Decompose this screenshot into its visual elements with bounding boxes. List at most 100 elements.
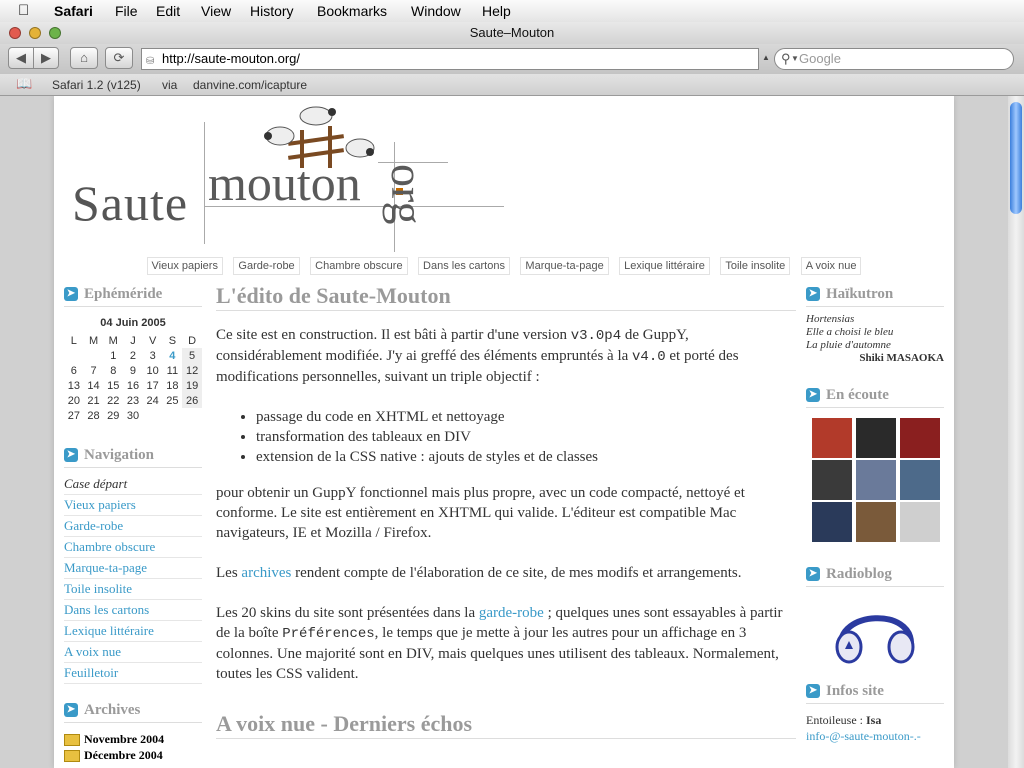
calendar-day: 26 <box>182 393 202 408</box>
topnav-vieux-papiers[interactable]: Vieux papiers <box>146 257 223 275</box>
nav-link-lexique-litteraire[interactable]: Lexique littéraire <box>64 621 202 642</box>
album-cover[interactable] <box>812 418 852 458</box>
en-ecoute-title-text: En écoute <box>826 387 889 403</box>
album-cover[interactable] <box>900 460 940 500</box>
bookmarks-book-icon[interactable]: 📖 <box>16 76 32 92</box>
calendar-day: 16 <box>126 379 140 392</box>
logo-org: org <box>382 164 433 225</box>
menu-file[interactable]: File <box>115 3 138 19</box>
menu-app[interactable]: Safari <box>54 3 93 19</box>
topnav-chambre-obscure[interactable]: Chambre obscure <box>310 257 408 275</box>
calendar-day: 30 <box>126 409 140 422</box>
radioblog-title: ➤ Radioblog <box>806 566 944 587</box>
album-cover[interactable] <box>856 418 896 458</box>
calendar-grid: L M M J V S D 1 2 3 4 5 6 7 8 9 10 11 12… <box>64 333 202 423</box>
calendar-day: 18 <box>166 379 179 392</box>
topnav-toile-insolite[interactable]: Toile insolite <box>720 257 791 275</box>
haikutron-title: ➤ Haïkutron <box>806 286 944 307</box>
bookmark-safari-version[interactable]: Safari 1.2 (v125) <box>52 78 141 92</box>
nav-link-dans-les-cartons[interactable]: Dans les cartons <box>64 600 202 621</box>
email-link[interactable]: info-@-saute-mouton-.- <box>806 728 944 744</box>
forward-button[interactable]: ▶ <box>33 47 59 69</box>
nav-link-toile-insolite[interactable]: Toile insolite <box>64 579 202 600</box>
window-title: Saute–Mouton <box>469 25 555 40</box>
calendar-day-header: S <box>168 334 177 347</box>
nav-link-case-depart[interactable]: Case départ <box>64 474 202 495</box>
topnav-marque-ta-page[interactable]: Marque-ta-page <box>520 257 609 275</box>
topnav-garde-robe[interactable]: Garde-robe <box>233 257 300 275</box>
archive-label: Décembre 2004 <box>84 748 163 762</box>
google-search-field[interactable]: ⚲ ▼ Google <box>774 48 1014 70</box>
bookmark-via[interactable]: via <box>162 78 177 92</box>
en-ecoute-title: ➤ En écoute <box>806 387 944 408</box>
address-bar[interactable]: ⛁ http://saute-mouton.org/ <box>141 48 759 70</box>
back-button[interactable]: ◀ <box>8 47 34 69</box>
calendar-day: 14 <box>87 379 100 392</box>
right-column: ➤ Haïkutron Hortensias Elle a choisi le … <box>806 286 944 744</box>
menubar:  Safari File Edit View History Bookmark… <box>0 0 1024 23</box>
album-cover[interactable] <box>812 502 852 542</box>
nav-link-garde-robe[interactable]: Garde-robe <box>64 516 202 537</box>
album-cover[interactable] <box>812 460 852 500</box>
web-page: Saute mouton org Vieux papiers Garde-rob… <box>54 96 954 768</box>
vertical-scrollbar[interactable] <box>1008 96 1024 768</box>
nav-link-vieux-papiers[interactable]: Vieux papiers <box>64 495 202 516</box>
forward-arrow-icon: ▶ <box>41 50 51 65</box>
nav-link-marque-ta-page[interactable]: Marque-ta-page <box>64 558 202 579</box>
text: Ce site est en construction. Il est bâti… <box>216 327 571 343</box>
topnav-lexique-litteraire[interactable]: Lexique littéraire <box>619 257 710 275</box>
left-column: ➤ Ephéméride 04 Juin 2005 L M M J V S D <box>64 286 202 763</box>
calendar-day-header: L <box>70 334 77 347</box>
logo-saute: Saute <box>72 175 189 231</box>
haiku-line: Hortensias <box>806 313 855 325</box>
garde-robe-link[interactable]: garde-robe <box>479 605 544 621</box>
calendar-day-today[interactable]: 4 <box>163 348 183 363</box>
calendar-title: 04 Juin 2005 <box>100 317 166 329</box>
menu-view[interactable]: View <box>201 3 231 19</box>
menu-history[interactable]: History <box>250 3 294 19</box>
calendar-day: 9 <box>129 364 137 377</box>
top-navigation: Vieux papiers Garde-robe Chambre obscure… <box>54 256 954 275</box>
text: Les 20 skins du site sont présentées dan… <box>216 605 479 621</box>
haiku-author: Shiki MASAOKA <box>859 352 944 364</box>
apple-icon[interactable]:  <box>18 2 29 19</box>
calendar-day: 7 <box>90 364 97 377</box>
archives-title: ➤ Archives <box>64 702 202 723</box>
calendar-day: 6 <box>70 364 77 377</box>
nav-link-feuilletoir[interactable]: Feuilletoir <box>64 663 202 684</box>
album-cover[interactable] <box>900 502 940 542</box>
snapback-icon[interactable]: ▲ <box>762 53 770 62</box>
archive-item[interactable]: Novembre 2004 <box>64 731 202 747</box>
menu-bookmarks[interactable]: Bookmarks <box>317 3 387 19</box>
menu-help[interactable]: Help <box>482 3 511 19</box>
site-logo[interactable]: Saute mouton org <box>68 102 518 252</box>
topnav-a-voix-nue[interactable]: A voix nue <box>800 257 862 275</box>
topnav-dans-les-cartons[interactable]: Dans les cartons <box>418 257 510 275</box>
nav-link-chambre-obscure[interactable]: Chambre obscure <box>64 537 202 558</box>
menu-window[interactable]: Window <box>411 3 461 19</box>
album-cover[interactable] <box>900 418 940 458</box>
haiku-line: La pluie d'automne <box>806 339 891 351</box>
album-cover[interactable] <box>856 502 896 542</box>
album-cover[interactable] <box>856 460 896 500</box>
menu-edit[interactable]: Edit <box>156 3 180 19</box>
calendar-day: 11 <box>166 364 179 377</box>
objectives-list: passage du code en XHTML et nettoyage tr… <box>216 407 796 467</box>
calendar: 04 Juin 2005 L M M J V S D 1 2 3 4 5 6 7… <box>64 317 202 423</box>
reload-button[interactable]: ⟳ <box>105 47 133 69</box>
calendar-day: 5 <box>182 348 202 363</box>
archives-link[interactable]: archives <box>241 565 291 581</box>
arrow-right-icon: ➤ <box>806 388 820 402</box>
arrow-right-icon: ➤ <box>806 287 820 301</box>
calendar-day: 21 <box>87 394 100 407</box>
list-item: extension de la CSS native : ajouts de s… <box>256 447 796 467</box>
edito-paragraph-3: Les archives rendent compte de l'élabora… <box>216 563 796 583</box>
bookmark-icapture[interactable]: danvine.com/icapture <box>193 78 307 92</box>
scrollbar-thumb[interactable] <box>1010 102 1022 214</box>
edito-paragraph-2: pour obtenir un GuppY fonctionnel mais p… <box>216 485 745 541</box>
calendar-day: 10 <box>146 364 159 377</box>
archive-item[interactable]: Décembre 2004 <box>64 747 202 763</box>
headphones-icon[interactable] <box>827 601 923 667</box>
nav-link-a-voix-nue[interactable]: A voix nue <box>64 642 202 663</box>
home-button[interactable]: ⌂ <box>70 47 98 69</box>
